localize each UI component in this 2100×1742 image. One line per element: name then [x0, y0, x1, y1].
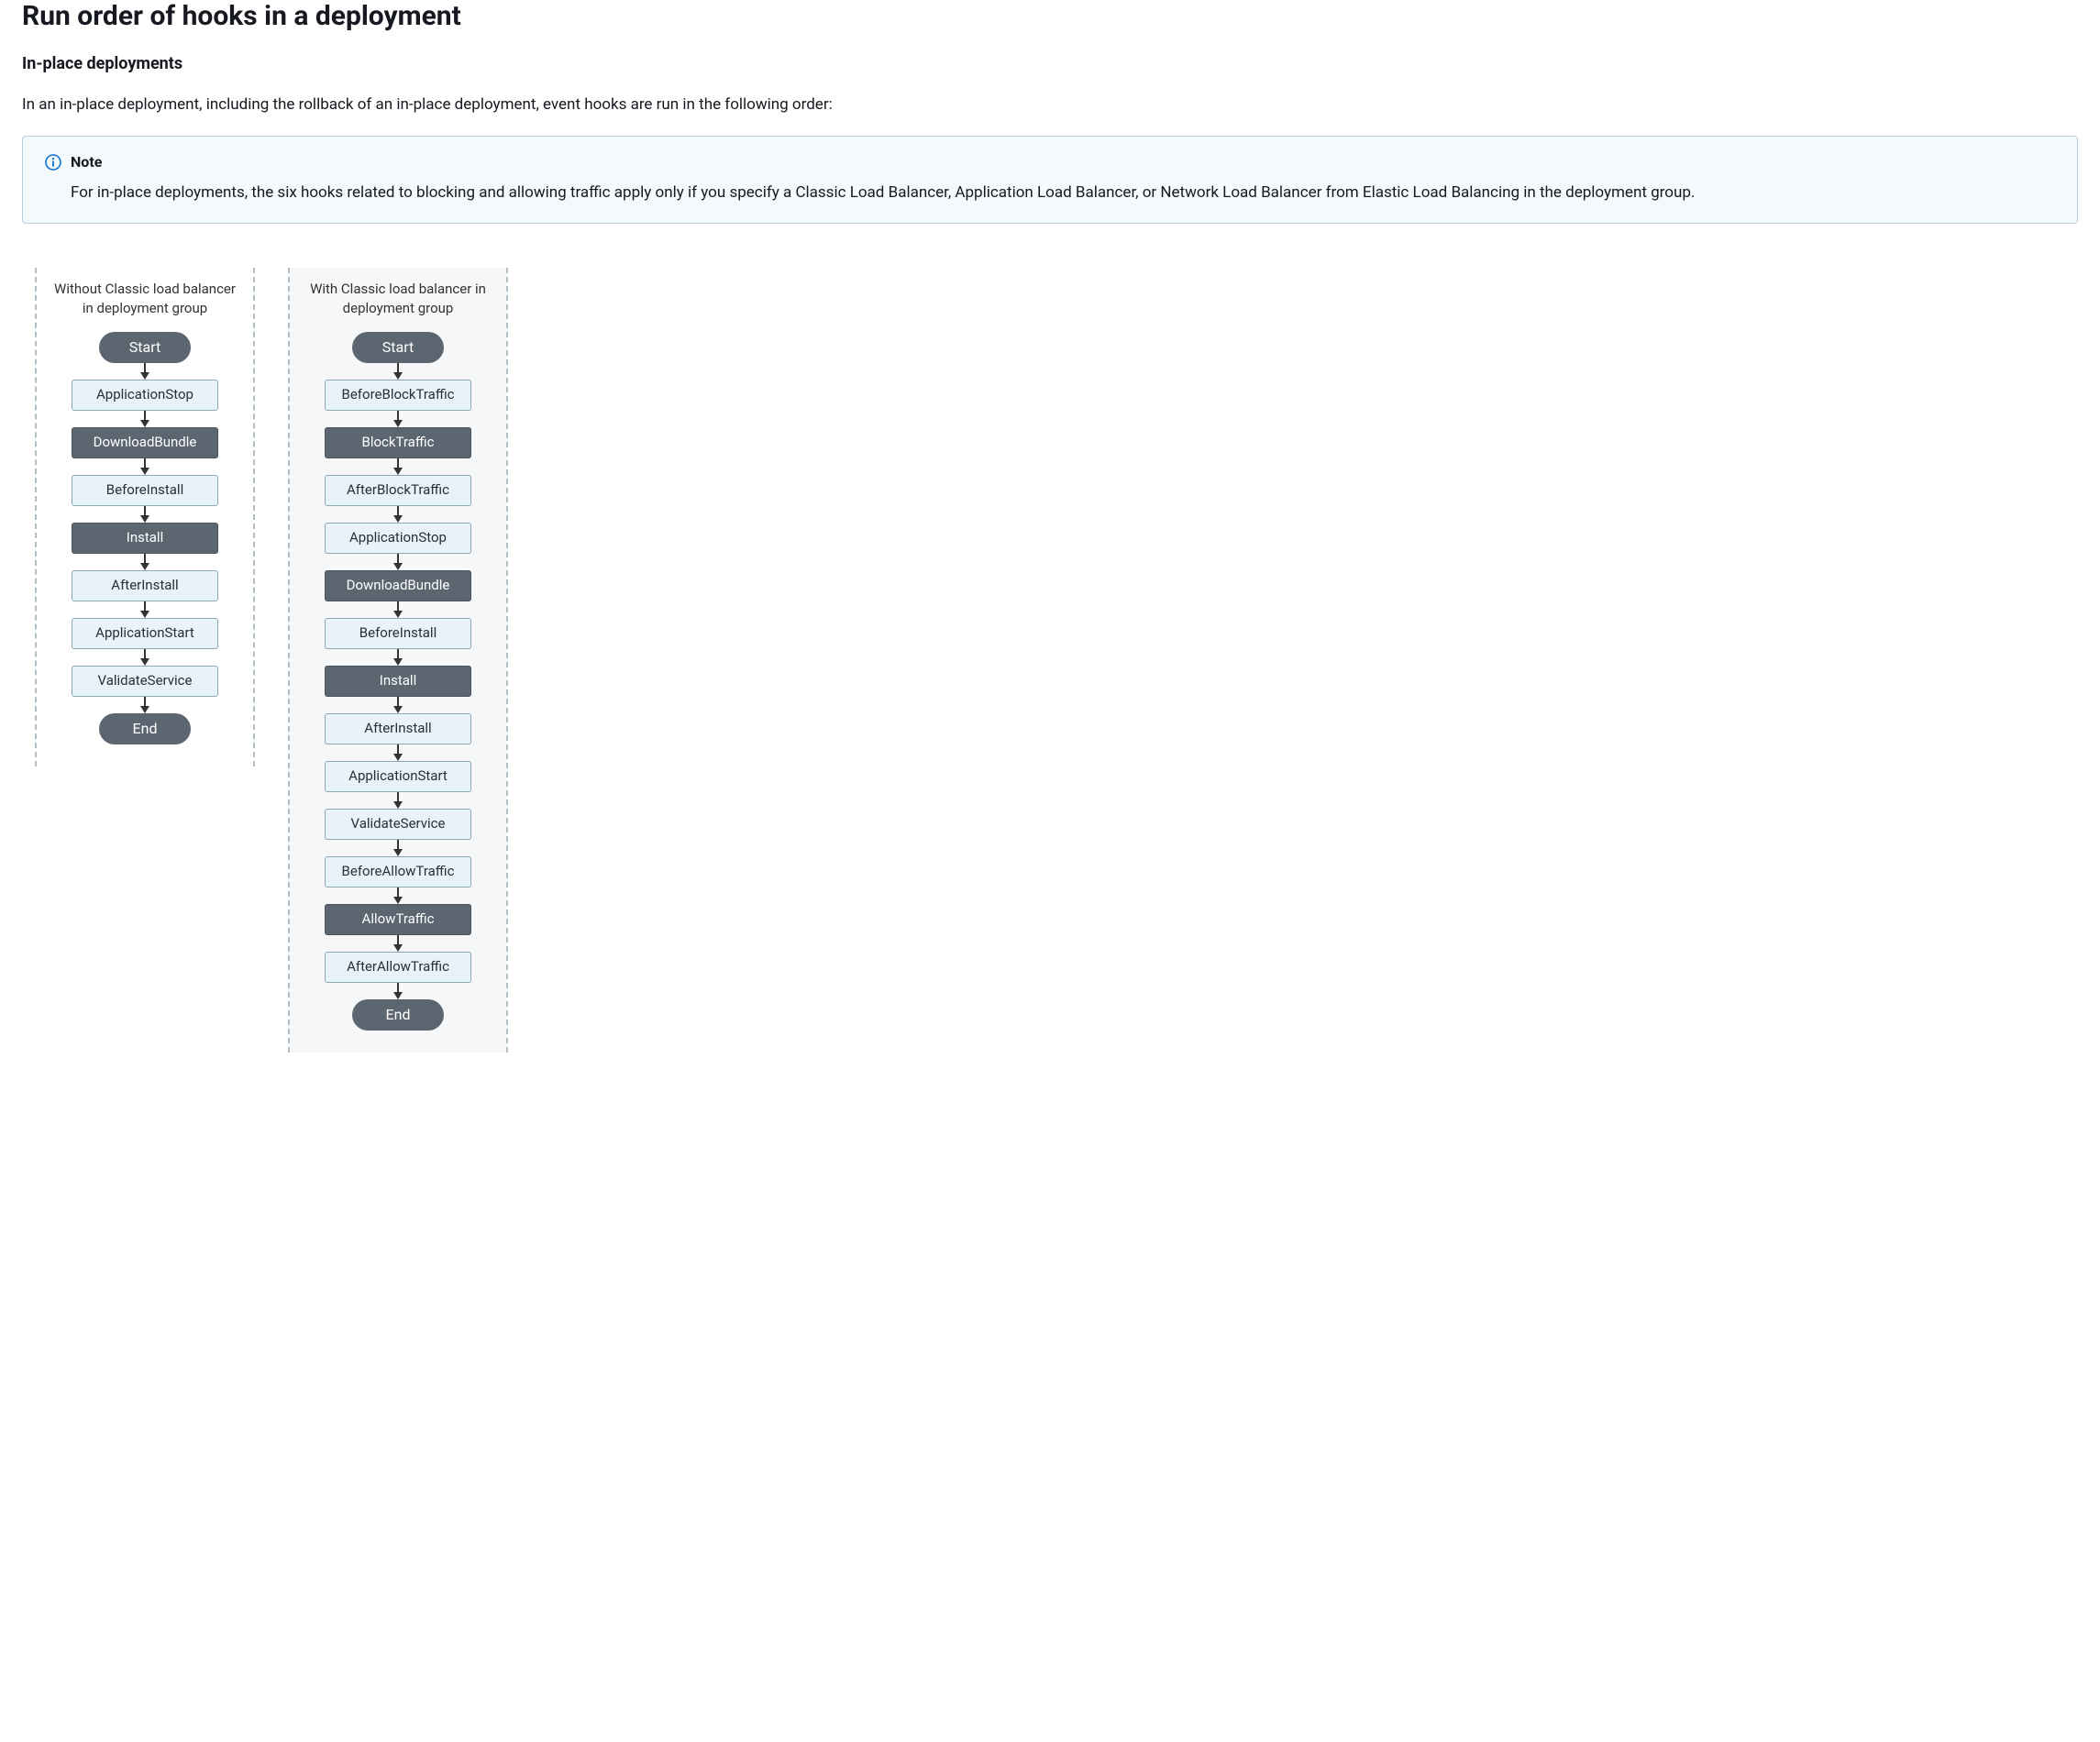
arrow-down-icon [393, 935, 403, 952]
arrow-down-icon [140, 601, 149, 618]
arrow-down-icon [393, 601, 403, 618]
flow-step: BeforeBlockTraffic [325, 380, 471, 411]
flow-diagrams: Without Classic load balancer in deploym… [22, 268, 2078, 1053]
flow-step: BlockTraffic [325, 427, 471, 458]
flow-step: DownloadBundle [325, 570, 471, 601]
flow-step: End [352, 999, 444, 1031]
flow-column-without-lb: Without Classic load balancer in deploym… [35, 268, 255, 766]
arrow-down-icon [140, 506, 149, 523]
arrow-down-icon [393, 649, 403, 666]
arrow-down-icon [140, 363, 149, 380]
note-callout: Note For in-place deployments, the six h… [22, 136, 2078, 224]
flow-step: BeforeInstall [325, 618, 471, 649]
flow-step: End [99, 713, 191, 744]
flow-step: AfterInstall [72, 570, 218, 601]
flow-header: With Classic load balancer in deployment… [290, 273, 506, 332]
arrow-down-icon [140, 697, 149, 713]
flow-step: AllowTraffic [325, 904, 471, 935]
flow-column-with-lb: With Classic load balancer in deployment… [288, 268, 508, 1053]
arrow-down-icon [140, 458, 149, 475]
flow-step: DownloadBundle [72, 427, 218, 458]
flow-step: ApplicationStart [325, 761, 471, 792]
page-title: Run order of hooks in a deployment [22, 0, 2078, 32]
intro-paragraph: In an in-place deployment, including the… [22, 95, 2078, 114]
arrow-down-icon [393, 411, 403, 427]
flow-step: AfterInstall [325, 713, 471, 744]
arrow-down-icon [393, 697, 403, 713]
flow-step: AfterBlockTraffic [325, 475, 471, 506]
note-body: For in-place deployments, the six hooks … [45, 182, 2055, 204]
info-icon [45, 154, 61, 171]
arrow-down-icon [393, 888, 403, 904]
arrow-down-icon [140, 649, 149, 666]
flow-step: ApplicationStart [72, 618, 218, 649]
flow-step: ValidateService [325, 809, 471, 840]
flow-step: BeforeInstall [72, 475, 218, 506]
flow-step: AfterAllowTraffic [325, 952, 471, 983]
flow-step: ApplicationStop [72, 380, 218, 411]
flow-step: Install [325, 666, 471, 697]
arrow-down-icon [140, 554, 149, 570]
arrow-down-icon [393, 983, 403, 999]
arrow-down-icon [393, 506, 403, 523]
arrow-down-icon [393, 840, 403, 856]
arrow-down-icon [393, 744, 403, 761]
flow-step: ValidateService [72, 666, 218, 697]
arrow-down-icon [393, 363, 403, 380]
arrow-down-icon [393, 554, 403, 570]
arrow-down-icon [140, 411, 149, 427]
flow-step: Start [352, 332, 444, 363]
flow-step: ApplicationStop [325, 523, 471, 554]
flow-header: Without Classic load balancer in deploym… [37, 273, 253, 332]
flow-step: BeforeAllowTraffic [325, 856, 471, 888]
flow-step: Install [72, 523, 218, 554]
arrow-down-icon [393, 458, 403, 475]
arrow-down-icon [393, 792, 403, 809]
flow-step: Start [99, 332, 191, 363]
section-subtitle: In-place deployments [22, 54, 2078, 73]
note-label: Note [71, 153, 102, 171]
